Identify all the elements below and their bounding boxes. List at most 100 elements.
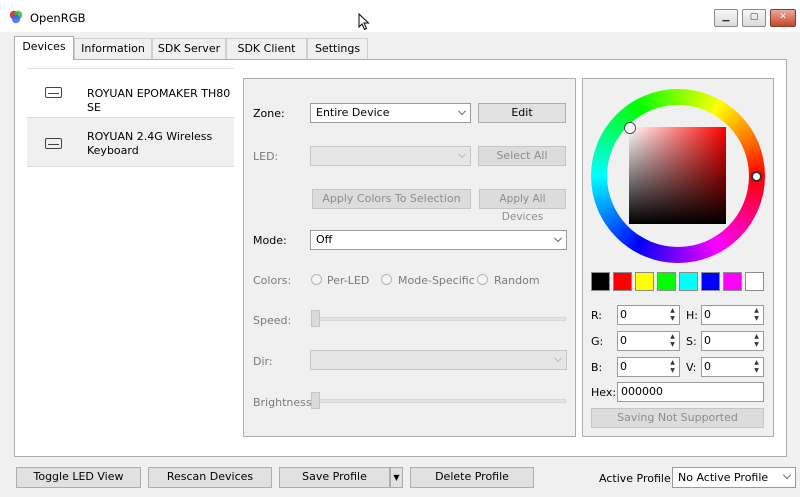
h-spinbox[interactable]: 0 ▲ ▼ — [701, 305, 764, 325]
zone-dropdown[interactable]: Entire Device — [310, 103, 471, 123]
chevron-down-icon — [458, 150, 466, 158]
spin-up-icon[interactable]: ▲ — [667, 359, 678, 367]
maximize-button[interactable]: ▢ — [742, 9, 766, 27]
g-value: 0 — [620, 334, 627, 347]
delete-profile-button[interactable]: Delete Profile — [410, 467, 534, 488]
dir-label: Dir: — [253, 355, 273, 368]
tab-label: SDK Server — [157, 42, 221, 55]
spin-down-icon[interactable]: ▼ — [751, 315, 762, 323]
rescan-devices-button[interactable]: Rescan Devices — [148, 467, 272, 488]
spin-up-icon[interactable]: ▲ — [667, 307, 678, 315]
swatch-blue[interactable] — [701, 272, 720, 291]
device-control-panel — [243, 78, 576, 437]
led-dropdown[interactable] — [310, 146, 471, 166]
tab-information[interactable]: Information — [74, 38, 152, 59]
hex-input[interactable]: 000000 — [617, 382, 764, 402]
speed-slider-handle[interactable] — [311, 310, 320, 327]
mode-dropdown[interactable]: Off — [310, 230, 567, 250]
tab-sdk-server[interactable]: SDK Server — [152, 38, 226, 59]
s-label: S: — [686, 335, 697, 348]
brightness-slider-track — [311, 399, 566, 403]
swatch-green[interactable] — [657, 272, 676, 291]
mode-value: Off — [316, 233, 333, 246]
spin-down-icon[interactable]: ▼ — [751, 367, 762, 375]
saturation-value-picker-handle[interactable] — [625, 123, 635, 133]
tab-sdk-client[interactable]: SDK Client — [226, 38, 307, 59]
window-title: OpenRGB — [30, 11, 86, 25]
openrgb-logo-icon — [9, 10, 23, 24]
v-spinbox[interactable]: 0 ▲ ▼ — [701, 357, 764, 377]
r-label: R: — [591, 309, 603, 322]
s-spinbox[interactable]: 0 ▲ ▼ — [701, 331, 764, 351]
random-radio[interactable] — [477, 274, 488, 285]
keyboard-icon — [45, 138, 62, 149]
spin-up-icon[interactable]: ▲ — [667, 333, 678, 341]
spin-down-icon[interactable]: ▼ — [667, 315, 678, 323]
b-label: B: — [591, 361, 603, 374]
saving-not-supported-button[interactable]: Saving Not Supported — [591, 408, 764, 428]
close-button[interactable]: ✕ — [770, 9, 796, 27]
title-bar: OpenRGB ▁ ▢ ✕ — [0, 0, 800, 32]
swatch-white[interactable] — [745, 272, 764, 291]
hue-picker-handle[interactable] — [751, 171, 762, 182]
keyboard-icon — [45, 87, 62, 98]
chevron-down-icon — [783, 471, 791, 479]
tab-settings[interactable]: Settings — [307, 38, 368, 59]
tab-label: SDK Client — [237, 42, 296, 55]
chevron-down-icon — [458, 107, 466, 115]
b-spinbox[interactable]: 0 ▲ ▼ — [617, 357, 680, 377]
spin-up-icon[interactable]: ▲ — [751, 333, 762, 341]
active-profile-value: No Active Profile — [678, 471, 769, 484]
active-profile-dropdown[interactable]: No Active Profile — [672, 467, 796, 488]
hex-label: Hex: — [591, 386, 617, 399]
per-led-radio[interactable] — [311, 274, 322, 285]
spin-up-icon[interactable]: ▲ — [751, 359, 762, 367]
save-profile-menu-button[interactable]: ▼ — [390, 467, 403, 488]
swatch-black[interactable] — [591, 272, 610, 291]
edit-zone-button[interactable]: Edit — [478, 103, 566, 123]
mode-specific-radio-label: Mode-Specific — [398, 274, 475, 287]
caret-down-icon: ▼ — [393, 473, 400, 482]
device-name: ROYUAN EPOMAKER TH80 SE — [87, 87, 231, 114]
direction-dropdown[interactable] — [310, 350, 567, 370]
spin-up-icon[interactable]: ▲ — [751, 307, 762, 315]
s-value: 0 — [704, 334, 711, 347]
save-profile-button[interactable]: Save Profile — [279, 467, 390, 488]
r-value: 0 — [620, 308, 627, 321]
spin-down-icon[interactable]: ▼ — [667, 367, 678, 375]
speed-label: Speed: — [253, 314, 292, 327]
spin-down-icon[interactable]: ▼ — [751, 341, 762, 349]
device-list-item[interactable]: ROYUAN 2.4G Wireless Keyboard — [27, 117, 234, 167]
color-swatch-row — [591, 272, 764, 292]
select-all-button[interactable]: Select All — [478, 146, 566, 166]
mode-label: Mode: — [253, 234, 287, 247]
toggle-led-view-button[interactable]: Toggle LED View — [16, 467, 141, 488]
apply-all-devices-button[interactable]: Apply All Devices — [479, 189, 566, 223]
tab-label: Devices — [22, 40, 66, 53]
tab-devices[interactable]: Devices — [14, 36, 74, 60]
saturation-value-square[interactable] — [629, 127, 726, 224]
chevron-down-icon — [554, 234, 562, 242]
spin-down-icon[interactable]: ▼ — [667, 341, 678, 349]
device-list-item[interactable]: ROYUAN EPOMAKER TH80 SE — [27, 68, 234, 118]
hex-value: 000000 — [621, 385, 663, 398]
mouse-cursor-icon — [358, 13, 370, 31]
h-label: H: — [686, 309, 698, 322]
swatch-yellow[interactable] — [635, 272, 654, 291]
led-label: LED: — [253, 150, 279, 163]
brightness-label: Brightness: — [253, 396, 316, 409]
mode-specific-radio[interactable] — [381, 274, 392, 285]
h-value: 0 — [704, 308, 711, 321]
r-spinbox[interactable]: 0 ▲ ▼ — [617, 305, 680, 325]
g-spinbox[interactable]: 0 ▲ ▼ — [617, 331, 680, 351]
brightness-slider-handle[interactable] — [311, 392, 320, 409]
minimize-button[interactable]: ▁ — [714, 9, 738, 27]
zone-label: Zone: — [253, 107, 285, 120]
apply-colors-to-selection-button[interactable]: Apply Colors To Selection — [312, 189, 471, 209]
chevron-down-icon — [554, 354, 562, 362]
swatch-cyan[interactable] — [679, 272, 698, 291]
swatch-magenta[interactable] — [723, 272, 742, 291]
v-value: 0 — [704, 360, 711, 373]
swatch-red[interactable] — [613, 272, 632, 291]
active-profile-label: Active Profile: — [599, 472, 675, 485]
